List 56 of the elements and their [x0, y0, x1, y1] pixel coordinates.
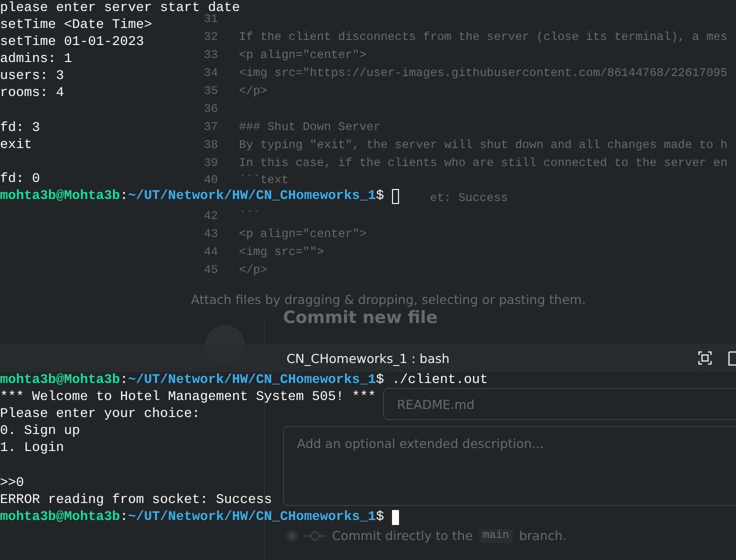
terminal-output: rooms: 4	[0, 85, 64, 103]
code-line: </p>	[239, 82, 268, 100]
attach-hint: Attach files by dragging & dropping, selecting or pasting them.	[191, 291, 587, 310]
line-number: 34	[202, 64, 218, 82]
radio-button[interactable]	[286, 530, 298, 542]
line-number: 37	[202, 118, 218, 136]
line-number: 39	[202, 154, 218, 172]
option-label: branch.	[519, 528, 567, 544]
line-number: 33	[202, 46, 218, 64]
terminal-output: admins: 1	[0, 51, 72, 68]
line-number: 31	[202, 12, 218, 28]
line-number: 45	[202, 262, 218, 280]
code-line: If the client disconnects from the server (close its terminal), a mes	[239, 28, 728, 46]
shell-prompt: mohta3b@Mohta3b:~/UT/Network/HW/CN_CHomeworks_1$	[0, 188, 385, 206]
code-line: <img src="https://user-images.githubusercontent.com/86144768/22617095	[239, 64, 728, 82]
code-line: By typing "exit", the server will shut down and all changes made to h	[239, 136, 728, 154]
description-field[interactable]: Add an optional extended description...	[283, 426, 736, 506]
option-label: Commit directly to the	[332, 528, 473, 544]
fullscreen-icon[interactable]	[698, 351, 712, 365]
commit-summary-field[interactable]: README.md	[383, 388, 736, 420]
terminal-output: 0. Sign up	[0, 423, 80, 440]
terminal-output: >>0	[0, 474, 24, 492]
code-line: ### Shut Down Server	[239, 118, 381, 136]
terminal-output: setTime <Date Time>	[0, 17, 152, 34]
branch-name: main	[478, 528, 514, 543]
shell-prompt: mohta3b@Mohta3b:~/UT/Network/HW/CN_CHomeworks_1$	[0, 372, 385, 390]
code-line: In this case, if the clients who are still connected to the server en	[239, 154, 728, 172]
line-number: 38	[202, 136, 218, 154]
terminal-output: Please enter your choice:	[0, 406, 200, 424]
terminal-output: fd: 3	[0, 120, 40, 137]
line-number: 40	[202, 172, 218, 189]
shell-prompt: mohta3b@Mohta3b:~/UT/Network/HW/CN_CHomeworks_1$	[0, 508, 385, 526]
terminal-output: users: 3	[0, 68, 64, 86]
terminal-output: ERROR reading from socket: Success	[0, 492, 272, 509]
code-line: ```	[239, 208, 260, 226]
form-title: Commit new file	[283, 307, 439, 330]
line-number: 43	[202, 226, 218, 244]
line-number: 36	[202, 100, 218, 118]
terminal-output: 1. Login	[0, 440, 64, 458]
line-number: 35	[202, 82, 218, 100]
line-number: 44	[202, 244, 218, 262]
terminal-output: exit	[0, 136, 32, 154]
line-number: 32	[202, 28, 218, 46]
code-line: <p align="center">	[239, 46, 366, 64]
terminal-output: fd: 0	[0, 170, 40, 188]
line-number: 42	[202, 208, 218, 226]
code-line: ```text	[239, 172, 289, 189]
terminal-output: *** Welcome to Hotel Management System 505! ***	[0, 389, 376, 406]
code-line: et: Success	[430, 190, 508, 208]
code-line: <p align="center">	[239, 226, 366, 244]
terminal-output: setTime 01-01-2023	[0, 34, 144, 52]
command-text: ./client.out	[392, 372, 488, 390]
window-title: CN_CHomeworks_1 : bash	[286, 350, 450, 366]
commit-icon	[304, 530, 326, 542]
code-line: </p>	[239, 262, 268, 280]
code-line: <img src="">	[239, 244, 324, 262]
